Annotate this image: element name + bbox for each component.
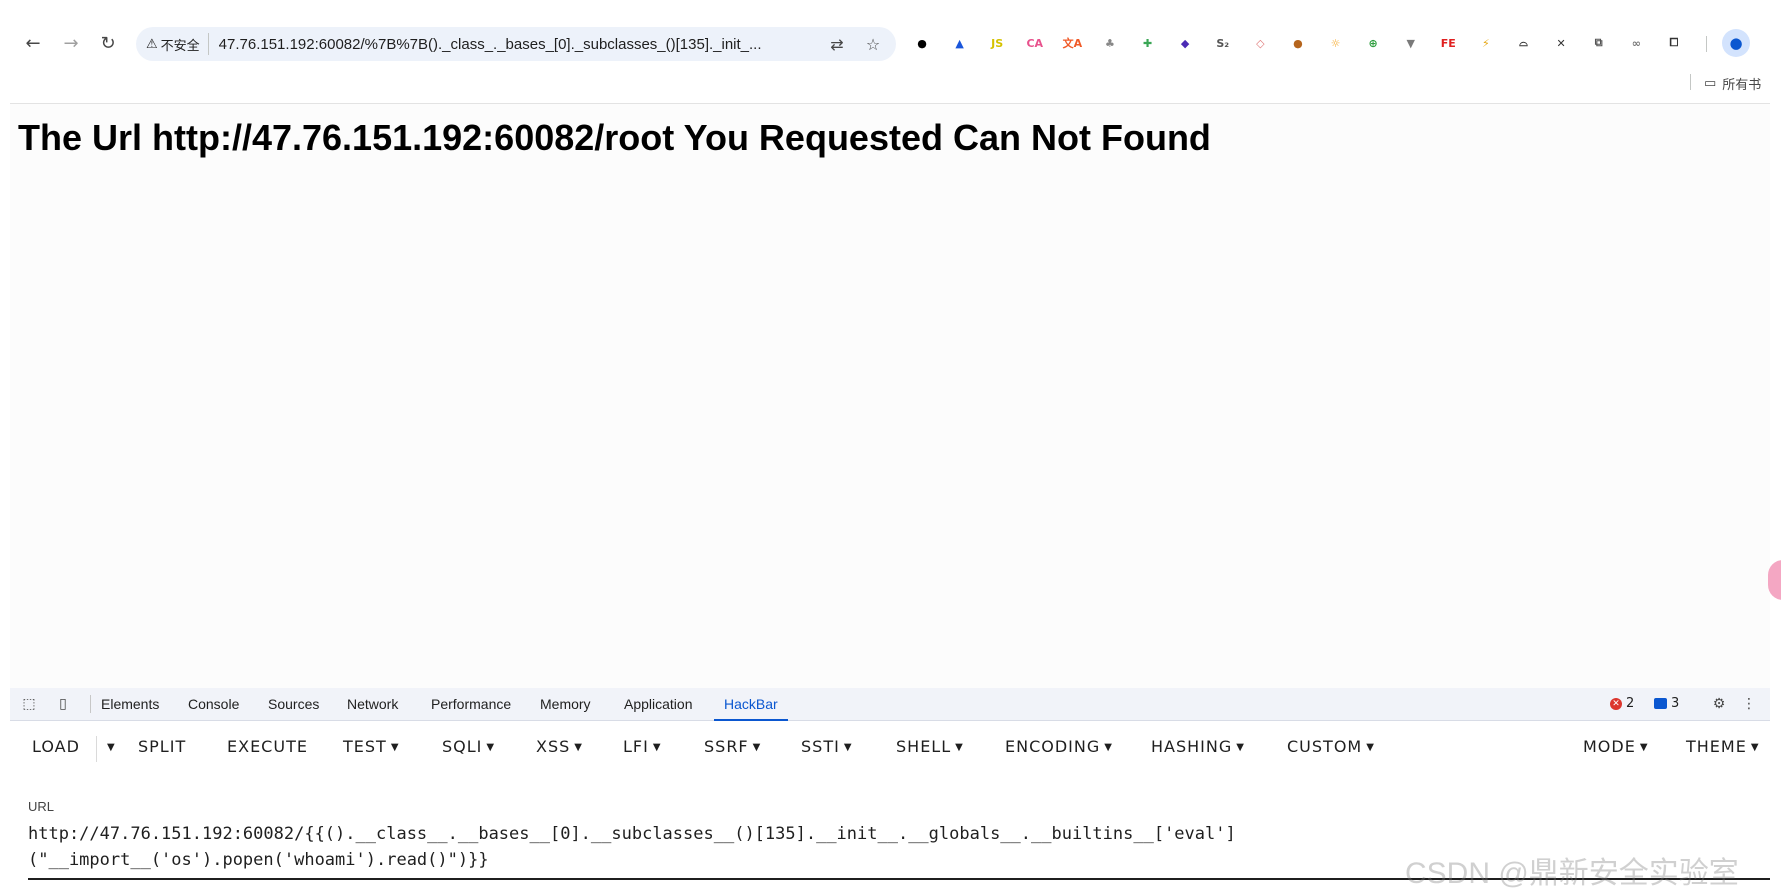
hat-extension-icon[interactable]: ⌓ [1512, 31, 1536, 55]
s2-extension-icon[interactable]: S₂ [1211, 31, 1235, 55]
devtools-tabbar: ⬚ ▯ Elements Console Sources Network Per… [10, 688, 1770, 721]
warning-triangle-icon: ⚠ [146, 36, 158, 52]
tab-elements[interactable]: Elements [101, 688, 159, 721]
test-menu-button[interactable]: TEST ▼ [343, 737, 400, 756]
page-viewport: The Url http://47.76.151.192:60082/root … [10, 104, 1781, 688]
circle-extension-icon[interactable]: ● [910, 31, 934, 55]
all-bookmarks-label: 所有书 [1722, 78, 1762, 93]
caret-down-icon: ▼ [390, 742, 400, 753]
puzzle-piece-icon[interactable]: ⧠ [1662, 31, 1686, 55]
execute-button[interactable]: EXECUTE [227, 737, 308, 756]
device-toolbar-icon[interactable]: ▯ [52, 694, 74, 714]
caret-down-icon: ▼ [955, 742, 964, 753]
custom-menu-button[interactable]: CUSTOM ▼ [1287, 737, 1375, 756]
rhombus-extension-icon[interactable]: ◇ [1248, 31, 1272, 55]
tab-memory[interactable]: Memory [540, 688, 591, 721]
extensions-bar: ● ▲ JS CA 文A ♣ ✚ ◆ S₂ ◇ ● ☼ ⊕ ▼ FE ⚡ ⌓ ✕ ⧉ ∞ ⧠ [910, 31, 1686, 55]
address-bar[interactable]: ⚠ 不安全 47.76.151.192:60082/%7B%7B()._clas… [136, 27, 896, 61]
sun-extension-icon[interactable]: ☼ [1324, 31, 1348, 55]
xa-extension-icon[interactable]: 文A [1060, 31, 1084, 55]
x-extension-icon[interactable]: ✕ [1549, 31, 1573, 55]
caret-down-icon: ▼ [843, 742, 853, 753]
tab-network[interactable]: Network [347, 688, 398, 721]
side-floating-button[interactable] [1768, 560, 1781, 600]
page-heading: The Url http://47.76.151.192:60082/root … [18, 117, 1211, 158]
address-text[interactable]: 47.76.151.192:60082/%7B%7B()._class_._ba… [219, 36, 819, 53]
settings-gear-icon[interactable]: ⚙ [1708, 694, 1730, 714]
caret-down-icon: ▼ [574, 742, 583, 753]
browser-toolbar: ← → ↻ ⚠ 不安全 47.76.151.192:60082/%7B%7B()… [0, 0, 1781, 104]
inspect-element-icon[interactable]: ⬚ [18, 694, 40, 714]
bookmarks-divider [1690, 74, 1691, 90]
v-extension-icon[interactable]: ▼ [1399, 31, 1423, 55]
mode-menu-button[interactable]: MODE ▼ [1583, 737, 1649, 756]
back-arrow-icon[interactable]: ← [20, 30, 46, 56]
load-dropdown-button[interactable]: ▼ [103, 737, 116, 756]
all-bookmarks-button[interactable]: ▭ 所有书 [1704, 74, 1761, 93]
error-icon: ✕ [1610, 697, 1622, 710]
message-icon [1654, 698, 1667, 709]
hackbar-divider [96, 736, 97, 762]
error-counter[interactable]: ✕ 2 [1610, 696, 1634, 711]
forward-arrow-icon[interactable]: → [58, 30, 84, 56]
caret-down-icon: ▼ [652, 742, 662, 753]
hackbar-toolbar: LOAD ▼ SPLIT EXECUTE TEST ▼ SQLI ▼ XSS ▼ LF… [10, 722, 1770, 774]
message-counter[interactable]: 3 [1654, 696, 1679, 711]
sqli-menu-button[interactable]: SQLI ▼ [442, 737, 495, 756]
url-textarea[interactable]: http://47.76.151.192:60082/{{().__class_… [28, 821, 1428, 873]
plus-extension-icon[interactable]: ✚ [1136, 31, 1160, 55]
load-button[interactable]: LOAD [32, 737, 80, 756]
shell-menu-button[interactable]: SHELL ▼ [896, 737, 964, 756]
ssrf-menu-button[interactable]: SSRF ▼ [704, 737, 761, 756]
toolbar-divider [1706, 36, 1707, 52]
caret-down-icon: ▼ [1236, 742, 1245, 753]
caret-down-icon: ▼ [1366, 742, 1375, 753]
caret-down-icon: ▼ [107, 742, 116, 753]
tab-performance[interactable]: Performance [431, 688, 511, 721]
tab-divider [90, 695, 91, 713]
bookmark-star-icon[interactable]: ☆ [862, 33, 884, 55]
ca-extension-icon[interactable]: CA [1023, 31, 1047, 55]
tab-hackbar[interactable]: HackBar [714, 688, 788, 721]
reload-icon[interactable]: ↻ [95, 30, 121, 56]
caret-down-icon: ▼ [486, 742, 496, 753]
caret-down-icon: ▼ [1104, 742, 1113, 753]
cookie-extension-icon[interactable]: ● [1286, 31, 1310, 55]
xss-menu-button[interactable]: XSS ▼ [536, 737, 583, 756]
puzzle-extension-icon[interactable]: ♣ [1098, 31, 1122, 55]
more-options-icon[interactable]: ⋮ [1738, 694, 1760, 714]
translate-icon[interactable]: ⇄ [826, 33, 848, 55]
watermark: CSDN @鼎新安全实验室 [1405, 857, 1739, 890]
url-field-label: URL [28, 799, 55, 814]
ssti-menu-button[interactable]: SSTI ▼ [801, 737, 853, 756]
theme-menu-button[interactable]: THEME ▼ [1686, 737, 1760, 756]
caret-down-icon: ▼ [1639, 742, 1649, 753]
tab-console[interactable]: Console [188, 688, 239, 721]
error-count: 2 [1626, 696, 1635, 711]
split-button[interactable]: SPLIT [138, 737, 186, 756]
js-extension-icon[interactable]: JS [985, 31, 1009, 55]
caret-down-icon: ▼ [1750, 742, 1760, 753]
encoding-menu-button[interactable]: ENCODING ▼ [1005, 737, 1113, 756]
diamond-extension-icon[interactable]: ◆ [1173, 31, 1197, 55]
folder-icon: ▭ [1704, 76, 1717, 91]
security-label: 不安全 [160, 38, 200, 54]
hashing-menu-button[interactable]: HASHING ▼ [1151, 737, 1245, 756]
security-indicator[interactable]: ⚠ 不安全 [146, 33, 209, 55]
link-extension-icon[interactable]: ∞ [1624, 31, 1648, 55]
profile-avatar-icon[interactable]: ● [1722, 29, 1750, 57]
message-count: 3 [1671, 696, 1680, 711]
globe-extension-icon[interactable]: ⊕ [1361, 31, 1385, 55]
fe-extension-icon[interactable]: FE [1436, 31, 1460, 55]
copy-extension-icon[interactable]: ⧉ [1587, 31, 1611, 55]
tab-sources[interactable]: Sources [268, 688, 319, 721]
lfi-menu-button[interactable]: LFI ▼ [623, 737, 662, 756]
vue-extension-icon[interactable]: ⚡ [1474, 31, 1498, 55]
tab-application[interactable]: Application [624, 688, 693, 721]
caret-down-icon: ▼ [752, 742, 762, 753]
triangle-extension-icon[interactable]: ▲ [948, 31, 972, 55]
